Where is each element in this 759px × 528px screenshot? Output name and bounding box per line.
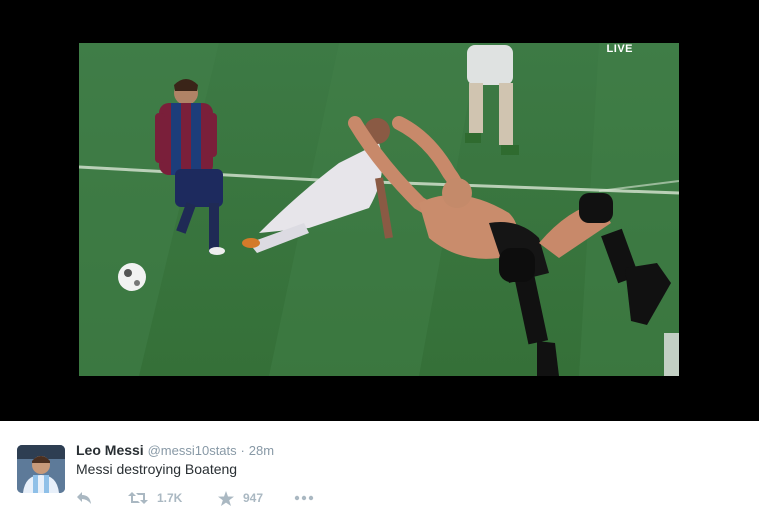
avatar-image [17, 445, 65, 493]
favorite-count: 947 [243, 491, 264, 505]
author-handle[interactable]: @messi10stats [148, 443, 237, 458]
reply-button[interactable] [76, 491, 128, 505]
retweet-icon [128, 492, 148, 504]
avatar[interactable] [17, 445, 65, 493]
football-pitch-image [79, 43, 679, 376]
retweet-count: 1.7K [157, 491, 183, 505]
reply-icon [77, 492, 91, 504]
media-area: LIVE [0, 0, 759, 421]
live-badge: LIVE [606, 43, 633, 55]
more-dots-icon [294, 495, 314, 501]
star-icon [218, 490, 234, 506]
football [118, 263, 146, 291]
tweet-header: Leo Messi @messi10stats · 28m [76, 442, 274, 458]
tweet-timestamp[interactable]: 28m [249, 443, 274, 458]
more-button[interactable] [294, 495, 314, 501]
tweet-actions: 1.7K 947 [76, 490, 314, 506]
meta-separator: · [240, 443, 245, 458]
favorite-button[interactable]: 947 [218, 490, 294, 506]
tweet-photo[interactable]: LIVE [79, 43, 679, 376]
retweet-button[interactable]: 1.7K [128, 491, 218, 505]
tweet-text: Messi destroying Boateng [76, 461, 238, 477]
tweet-card: Leo Messi @messi10stats · 28m Messi dest… [0, 421, 759, 528]
author-name[interactable]: Leo Messi [76, 442, 144, 458]
